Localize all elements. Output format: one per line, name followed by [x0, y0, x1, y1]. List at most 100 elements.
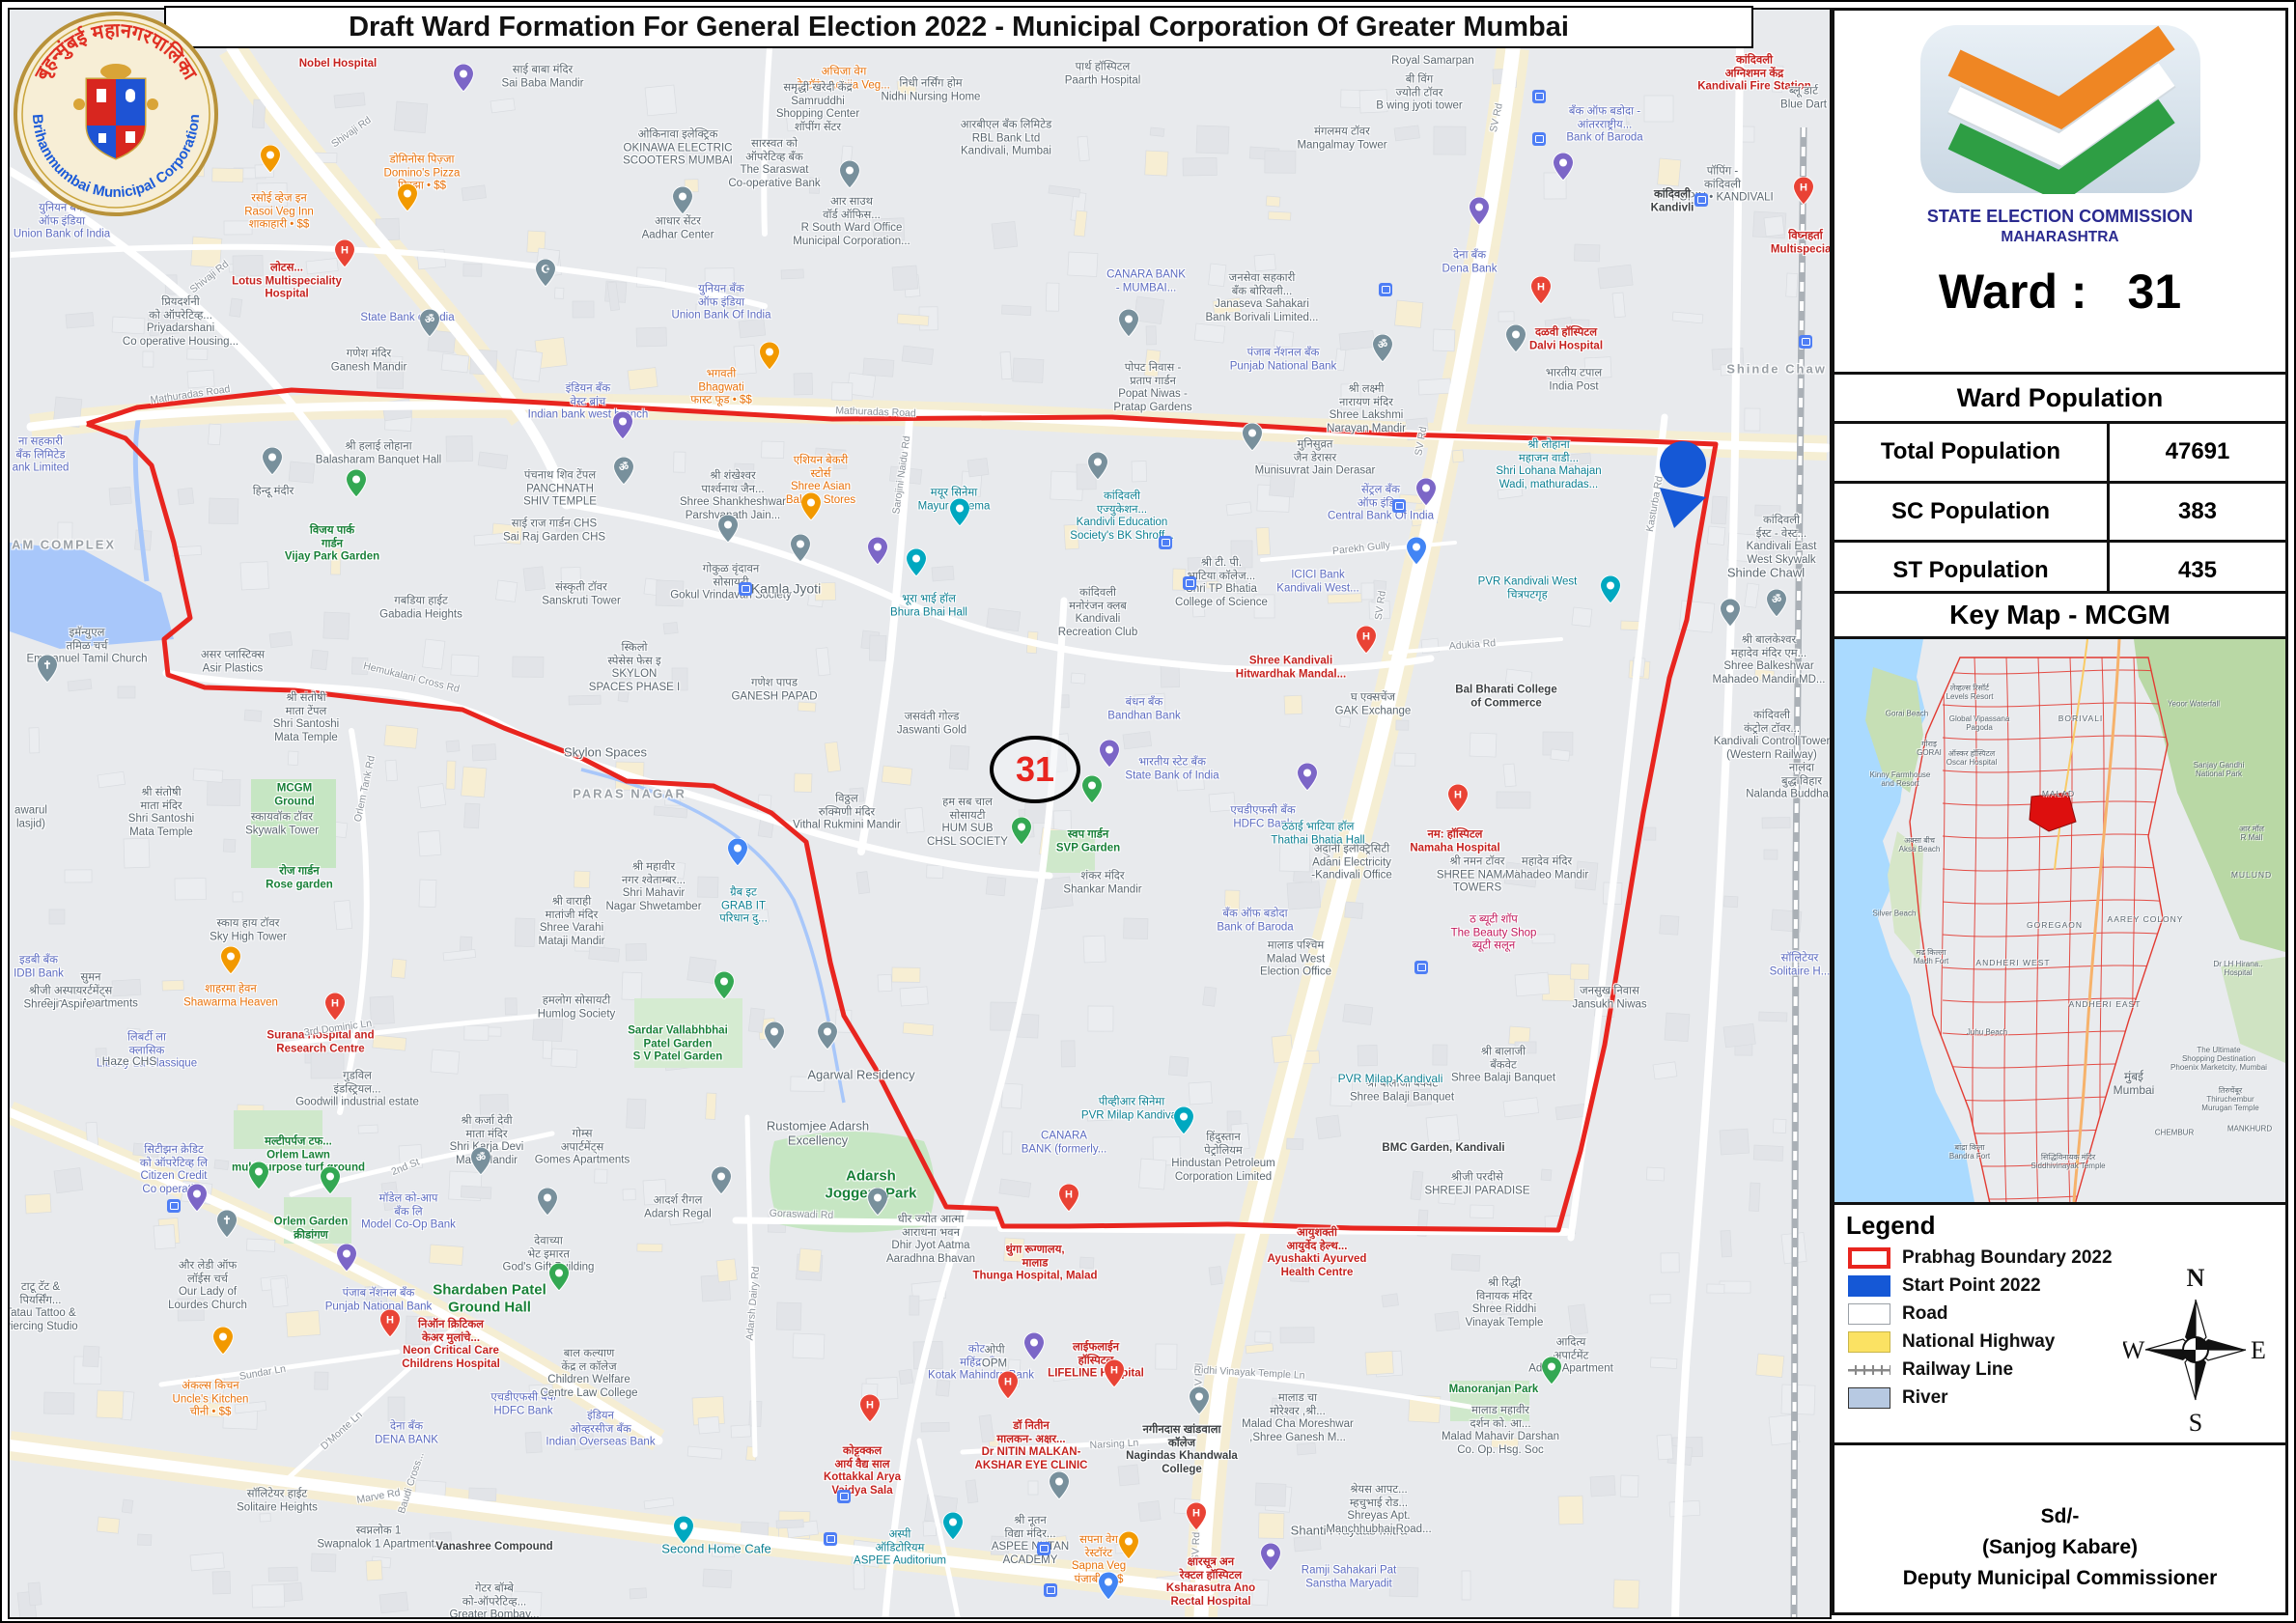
gray-map-pin-icon — [536, 1187, 559, 1220]
red-map-pin-icon: H — [1446, 783, 1470, 817]
map-label: Kinny Farmhouse and Resort — [1869, 770, 1931, 788]
boundary-swatch-icon — [1848, 1247, 1890, 1269]
map-label: गोराइ GORAI — [1917, 739, 1942, 757]
svg-text:H: H — [1004, 1377, 1012, 1388]
green-map-pin-icon — [547, 1262, 571, 1296]
map-label: अक्सा बीच Aksa Beach — [1898, 835, 1941, 853]
sec-logo-box: STATE ELECTION COMMISSION MAHARASHTRA Wa… — [1832, 8, 2288, 375]
row-label: SC Population — [1834, 483, 2110, 540]
map-label: Global Vipassana Pagoda — [1948, 714, 2010, 732]
signature-box: Sd/- (Sanjog Kabare) Deputy Municipal Co… — [1832, 1442, 2288, 1615]
purple-map-pin-icon — [611, 410, 634, 444]
teal-map-pin-icon — [941, 1511, 965, 1545]
svg-text:H: H — [1537, 282, 1545, 294]
gray-map-pin-icon — [866, 1187, 889, 1220]
gray-map-pin-icon — [1048, 1470, 1071, 1504]
purple-map-pin-icon — [1259, 1542, 1282, 1576]
blue-map-pin-icon — [1405, 536, 1428, 570]
key-map: Gorai Beach गोराइ GORAI Global Vipassana Pag… — [1834, 639, 2285, 1202]
teal-map-pin-icon — [905, 547, 928, 581]
green-map-pin-icon — [1540, 1356, 1563, 1389]
map-label: Juhu Beach — [1966, 1027, 2008, 1037]
svg-text:ॐ: ॐ — [425, 314, 434, 326]
compass-n: N — [2187, 1265, 2205, 1292]
gray-map-pin-icon — [789, 533, 812, 567]
green-map-pin-icon — [1080, 774, 1104, 808]
red-map-pin-icon: H — [1355, 625, 1378, 658]
bus-stop-icon — [1037, 1542, 1050, 1555]
map-label: Yeoor Waterfall — [2167, 699, 2221, 709]
gray-map-pin-icon — [1241, 422, 1264, 456]
bus-stop-icon — [1159, 536, 1172, 549]
bus-stop-icon — [1532, 132, 1546, 146]
population-table-title: Ward Population — [1834, 375, 2285, 424]
green-map-pin-icon — [319, 1165, 342, 1199]
purple-map-pin-icon — [452, 63, 475, 97]
map-label: MULUND — [2230, 870, 2273, 881]
legend-item-label: Prabhag Boundary 2022 — [1902, 1247, 2113, 1268]
map-label: Silver Beach — [1872, 909, 1917, 918]
purple-map-pin-icon — [1468, 196, 1491, 230]
purple-map-pin-icon — [1414, 477, 1438, 511]
legend-title: Legend — [1846, 1211, 1936, 1240]
map-label: मढ किल्ला Madh Fort — [1913, 947, 1949, 965]
orange-map-pin-icon — [259, 144, 282, 178]
orange-map-pin-icon — [799, 491, 823, 525]
railway-swatch-icon — [1848, 1365, 1890, 1375]
gray-map-pin-icon: ॐ — [469, 1146, 492, 1180]
page-title: Draft Ward Formation For General Electio… — [349, 11, 1569, 42]
green-map-pin-icon — [247, 1161, 270, 1194]
gray-map-pin-icon — [716, 514, 740, 547]
red-map-pin-icon: H — [323, 992, 347, 1025]
table-row: SC Population 383 — [1834, 483, 2285, 543]
orange-map-pin-icon — [219, 945, 242, 979]
gray-map-pin-icon: ॐ — [1765, 588, 1788, 622]
map-label: GOREGAON — [2026, 920, 2084, 931]
highway-swatch-icon — [1848, 1331, 1890, 1353]
ward-number: 31 — [2127, 265, 2182, 319]
sec-logo-icon — [1919, 25, 2200, 204]
map-label: बांद्रा किला Bandra Fort — [1948, 1142, 1991, 1161]
gray-map-pin-icon — [671, 185, 694, 219]
title-bar: Draft Ward Formation For General Electio… — [164, 6, 1753, 48]
orange-map-pin-icon — [396, 182, 419, 216]
bus-stop-icon — [1694, 193, 1708, 207]
orange-map-pin-icon — [1117, 1530, 1140, 1564]
svg-text:ॐ: ॐ — [619, 462, 629, 474]
purple-map-pin-icon — [1022, 1331, 1046, 1365]
signature-name: (Sanjog Kabare) — [1981, 1536, 2139, 1558]
red-map-pin-icon: H — [333, 238, 356, 272]
row-label: Total Population — [1834, 424, 2110, 481]
green-map-pin-icon — [345, 468, 368, 502]
teal-map-pin-icon — [672, 1515, 695, 1549]
sidebar: STATE ELECTION COMMISSION MAHARASHTRA Wa… — [1832, 8, 2288, 1615]
svg-text:H: H — [1065, 1189, 1073, 1201]
purple-map-pin-icon — [866, 536, 889, 570]
svg-text:✝: ✝ — [222, 1216, 231, 1227]
gray-map-pin-icon — [1504, 323, 1527, 357]
gray-map-pin-icon — [816, 1021, 839, 1054]
bmc-logo: बृहन्मुंबई महानगरपालिका Brihanmumbai Mun… — [14, 12, 218, 221]
map-label: सिद्धिविनायक मंदिर Siddhivinayak Temple — [2030, 1152, 2106, 1170]
gray-map-pin-icon — [1719, 598, 1742, 631]
map-label: Dr LH Hirana.. Hospital — [2213, 959, 2263, 977]
svg-text:☪: ☪ — [541, 265, 550, 276]
bus-stop-icon — [167, 1199, 181, 1213]
road-swatch-icon — [1848, 1303, 1890, 1325]
bus-stop-icon — [739, 582, 752, 596]
gray-map-pin-icon — [710, 1165, 733, 1199]
gray-map-pin-icon: ॐ — [418, 308, 441, 342]
map-label: ANDHERI WEST — [1975, 958, 2051, 968]
map-label: ANDHERI EAST — [2068, 999, 2142, 1010]
map-pins-layer: HHHHHHHHHHHHHॐॐॐॐ✝ॐ✝ॐ☪ — [10, 10, 1830, 1617]
svg-text:ॐ: ॐ — [1772, 594, 1781, 606]
map-label: CHEMBUR — [2154, 1128, 2195, 1137]
bus-stop-icon — [824, 1532, 837, 1546]
teal-map-pin-icon — [1599, 574, 1622, 608]
row-value: 47691 — [2165, 438, 2230, 465]
row-value: 383 — [2177, 497, 2218, 524]
svg-text:H: H — [1362, 631, 1370, 643]
gray-map-pin-icon — [1117, 308, 1140, 342]
red-map-pin-icon: H — [1103, 1358, 1126, 1392]
key-map-box: Key Map - MCGM Gorai Beach गोराइ GORAI G… — [1832, 591, 2288, 1205]
